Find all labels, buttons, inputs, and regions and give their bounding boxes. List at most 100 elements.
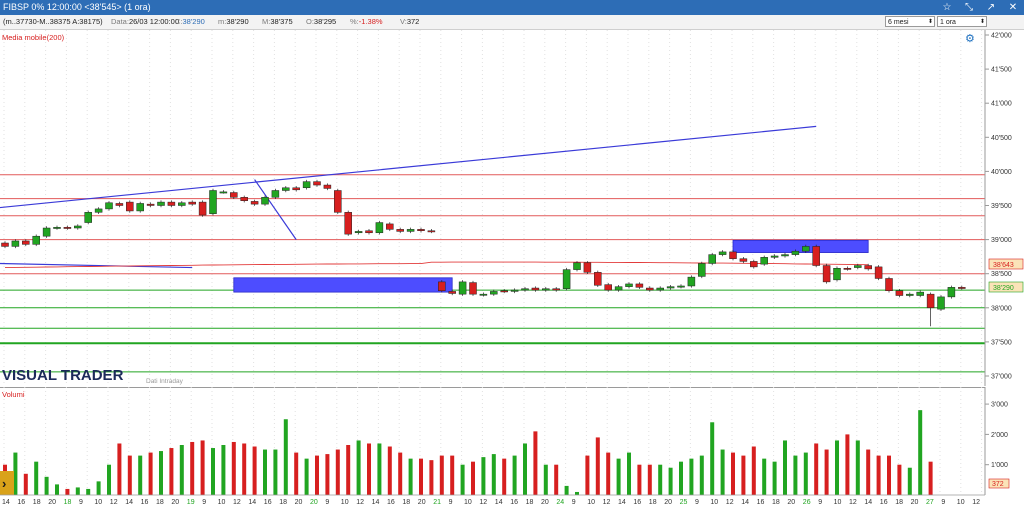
volume-bar: [918, 410, 923, 495]
time-tick-label: 12: [603, 499, 611, 506]
candle-body: [531, 287, 540, 291]
interval-select[interactable]: 1 ora ⬍: [937, 16, 987, 27]
close-icon[interactable]: ✕: [1002, 0, 1024, 15]
time-tick-label: 12: [479, 499, 487, 506]
candle-body: [916, 291, 924, 296]
volume-bar: [751, 446, 756, 495]
time-tick-label: 12: [110, 499, 118, 506]
candle-body: [958, 287, 966, 289]
time-tick-label: 14: [125, 499, 133, 506]
time-tick-label: 24: [556, 499, 564, 506]
ma-value-text: 38'643: [993, 262, 1014, 269]
volume-bar: [138, 455, 143, 495]
volume-bar: [783, 440, 787, 495]
price-zone-rect[interactable]: [233, 277, 453, 293]
time-tick-label: 14: [495, 499, 503, 506]
candle-body: [614, 286, 623, 291]
candle-body: [552, 288, 560, 291]
candle-body: [843, 267, 852, 270]
volume-bar: [533, 431, 538, 495]
volume-bar: [169, 448, 174, 495]
time-tick-label: 18: [526, 499, 534, 506]
price-pane[interactable]: 42'000 41'500 41'000 40'500 40'000 39'500 39'0…: [0, 30, 1024, 386]
time-tick-label: 18: [156, 499, 164, 506]
volume-bar: [86, 488, 91, 495]
candle-body: [926, 293, 935, 309]
volume-bar: [814, 443, 819, 495]
candle-body: [146, 203, 155, 206]
indicator-label: Media mobile(200): [2, 33, 65, 42]
volume-bar: [616, 458, 621, 495]
time-tick-label: 16: [510, 499, 518, 506]
candle-body: [666, 286, 675, 289]
drop-trendline[interactable]: [254, 179, 297, 240]
price-zone-rect[interactable]: [732, 239, 869, 253]
pane-separator: [0, 387, 1024, 388]
time-tick-label: 20: [310, 499, 318, 506]
time-tick-label: 10: [587, 499, 595, 506]
volume-bar: [689, 458, 694, 495]
candle-body: [94, 208, 103, 213]
volume-bar: [668, 467, 673, 495]
candle-body: [947, 287, 956, 298]
time-tick-label: 18: [402, 499, 410, 506]
volume-bar: [502, 458, 507, 495]
volume-bar: [887, 455, 891, 495]
detach-icon[interactable]: ⤡: [958, 0, 980, 15]
period-select[interactable]: 6 mesi ⬍: [885, 16, 935, 27]
volume-bar: [346, 445, 351, 495]
candle-body: [417, 229, 425, 231]
volume-bar: [211, 448, 215, 495]
time-tick-label: 21: [433, 499, 441, 506]
volume-bar: [356, 440, 361, 495]
favorite-icon[interactable]: ☆: [936, 0, 958, 15]
candle-body: [105, 202, 113, 210]
volume-bar: [34, 461, 39, 495]
candle-body: [906, 293, 914, 296]
volume-bar: [824, 449, 829, 495]
candle-body: [198, 201, 207, 216]
volume-bar: [242, 443, 247, 495]
volume-bar: [855, 440, 860, 495]
window-controls: ☆ ⤡ ↗ ✕: [936, 0, 1024, 15]
volume-bar: [793, 455, 798, 495]
volume-bar: [460, 464, 465, 495]
volume-bar: [263, 449, 267, 495]
open-field: O:38'295: [306, 17, 337, 26]
time-tick-label: 9: [695, 499, 699, 506]
volume-bar: [148, 452, 153, 495]
price-tick-label: 41'500: [991, 67, 1012, 74]
volume-label: Volumi: [2, 390, 25, 399]
candle-body: [240, 197, 248, 201]
candle-body: [271, 190, 280, 198]
volume-bar: [679, 461, 683, 495]
candle-body: [22, 240, 30, 245]
volume-bar: [190, 441, 195, 495]
chart-settings-icon[interactable]: ⚙: [965, 33, 975, 45]
candle-body: [885, 278, 893, 291]
upper-trendline[interactable]: [0, 125, 817, 209]
volume-bar: [408, 458, 413, 495]
select-arrow-icon: ⬍: [979, 19, 985, 25]
candle-body: [490, 291, 498, 295]
volume-bar: [127, 455, 132, 495]
select-arrow-icon: ⬍: [927, 19, 933, 25]
time-tick-label: 27: [926, 499, 934, 506]
volume-bar: [471, 461, 475, 495]
volume-field: V:372: [400, 17, 420, 26]
candle-body: [646, 287, 654, 291]
expand-icon[interactable]: ↗: [980, 0, 1002, 15]
time-tick-label: 10: [957, 499, 965, 506]
volume-bar: [96, 481, 101, 495]
candle-body: [479, 293, 488, 296]
time-tick-label: 18: [772, 499, 780, 506]
time-tick-label: 20: [787, 499, 795, 506]
candle-body: [63, 227, 72, 229]
candle-body: [895, 290, 904, 296]
candle-body: [115, 203, 124, 206]
volume-bar: [627, 452, 631, 495]
volume-pane[interactable]: 3'000 2'000 1'000 Volumi 372 › 14 16 18 20 18 9…: [0, 387, 1024, 506]
candle-body: [396, 229, 404, 232]
candle-body: [864, 265, 872, 270]
candle-body: [937, 296, 945, 310]
